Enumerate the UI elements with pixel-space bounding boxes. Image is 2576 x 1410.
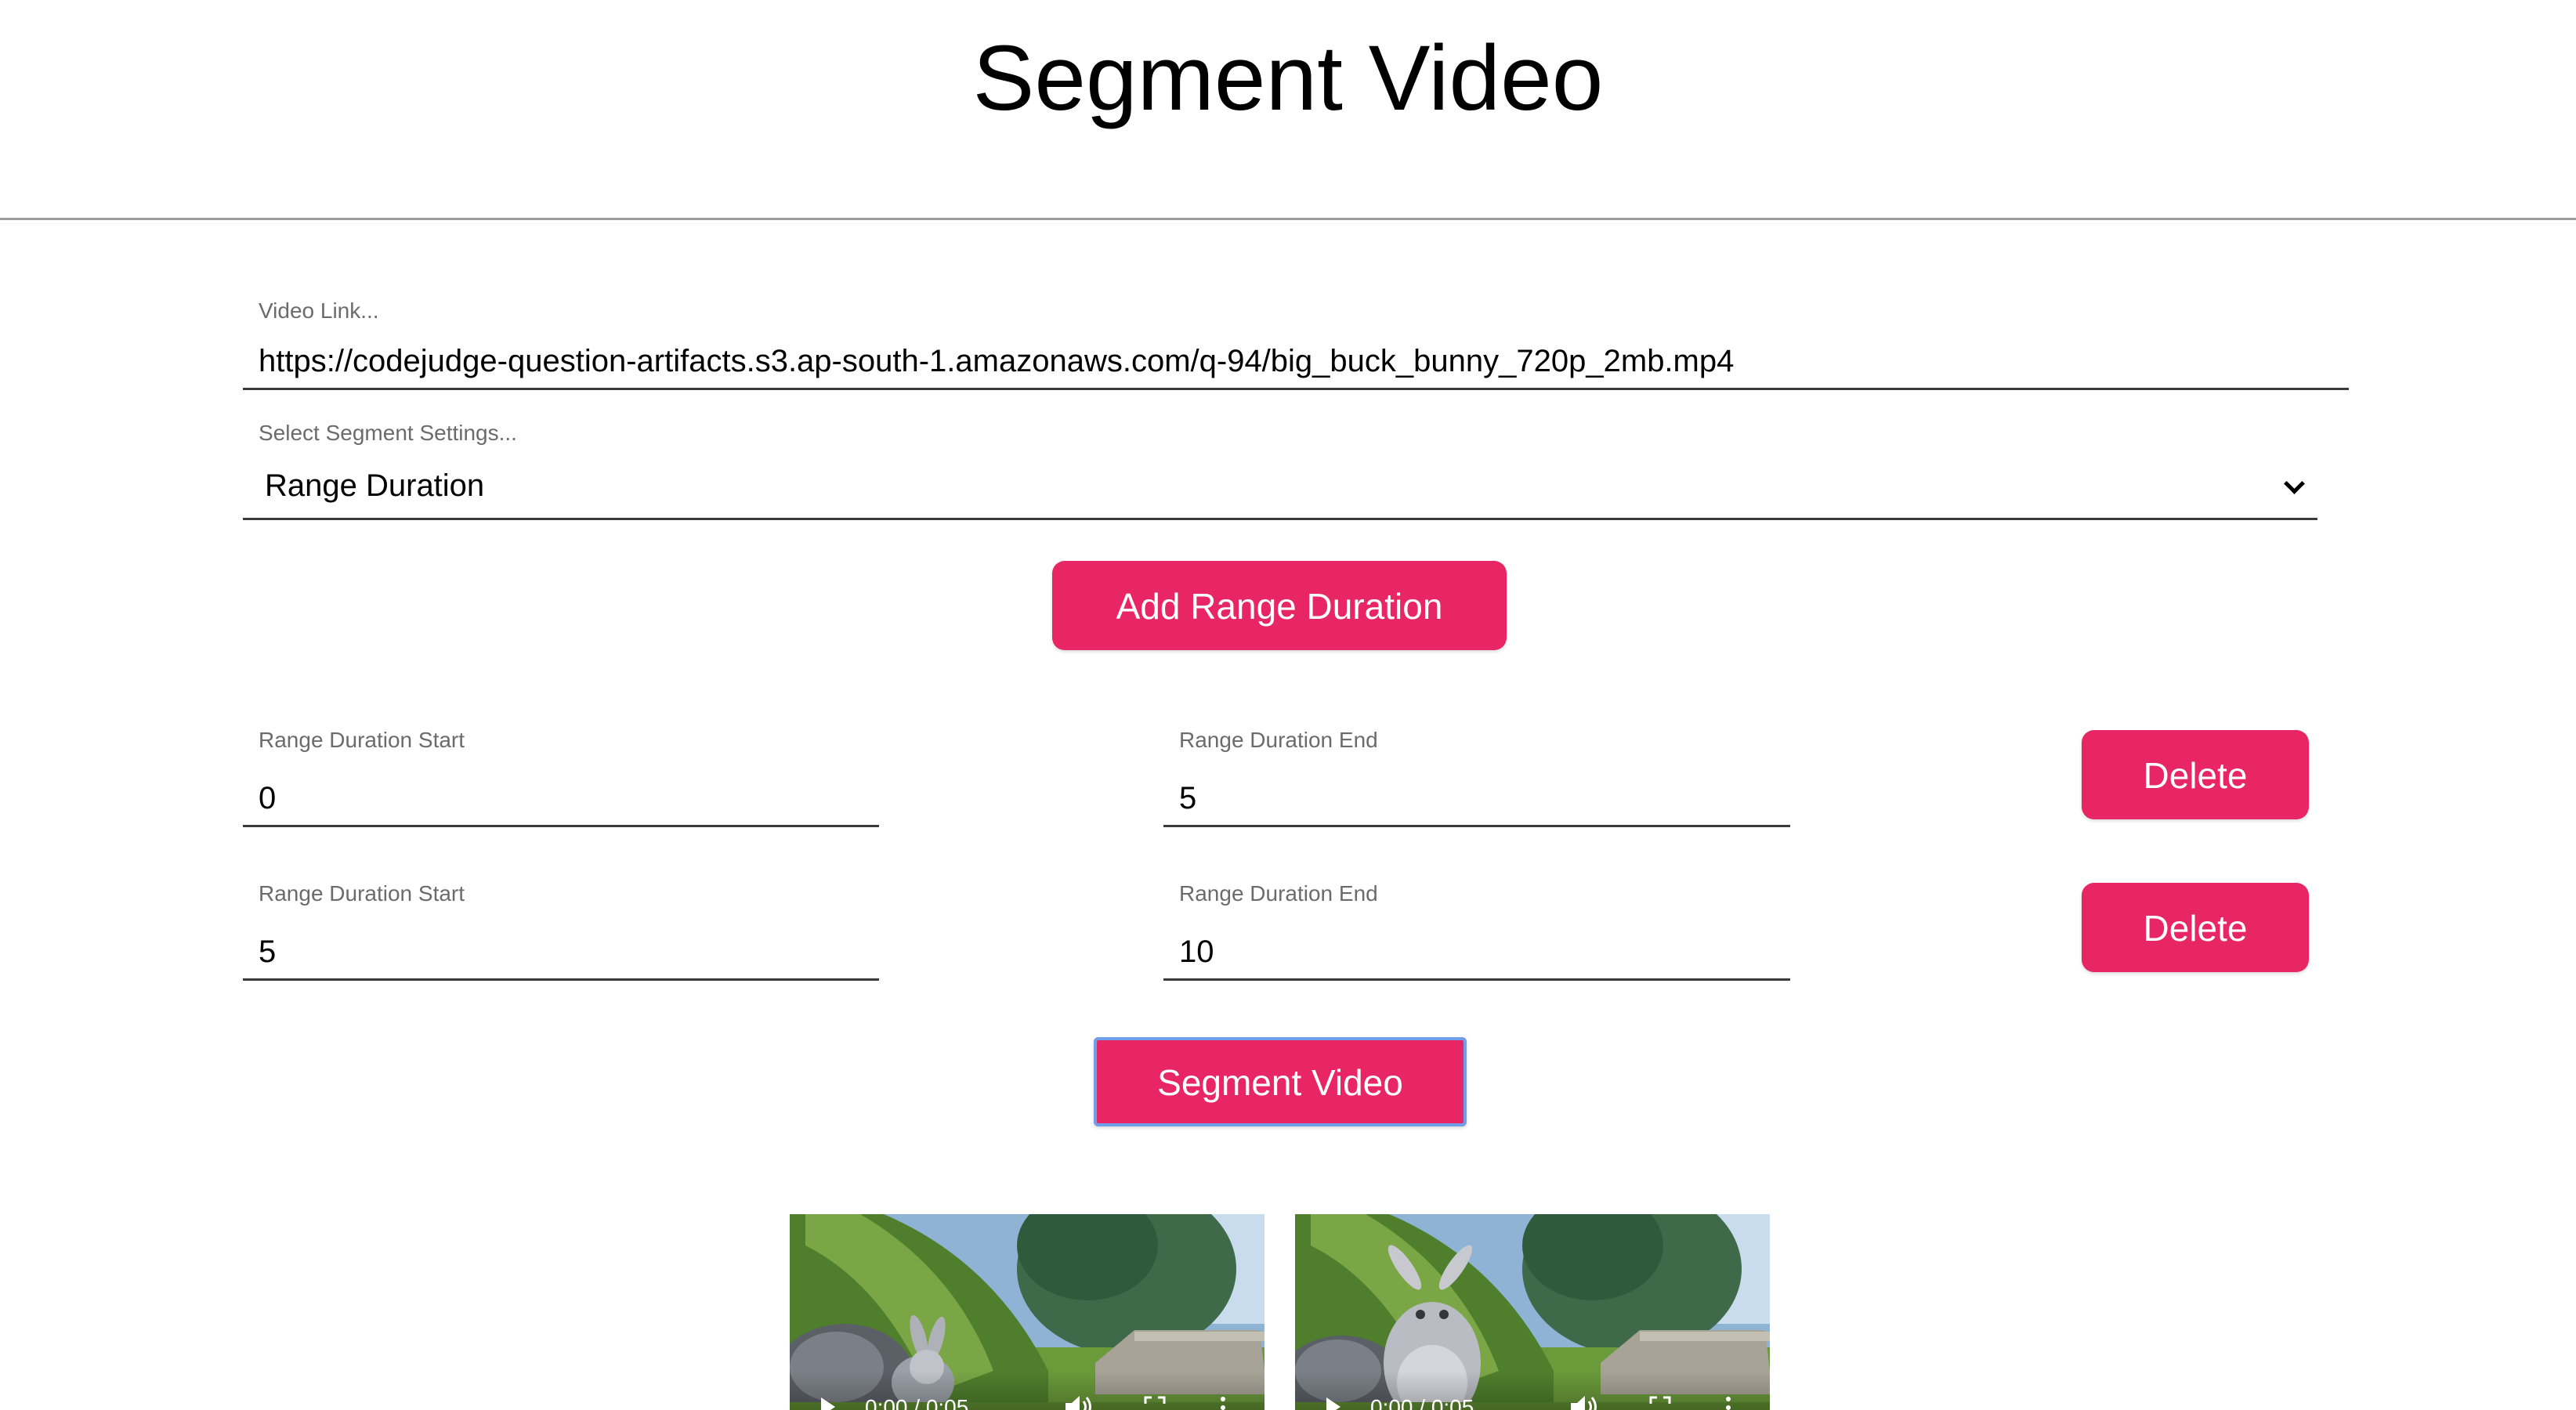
play-icon[interactable]	[1326, 1397, 1340, 1410]
delete-range-button[interactable]: Delete	[2082, 883, 2309, 972]
volume-icon[interactable]	[1569, 1394, 1601, 1410]
video-link-label: Video Link...	[259, 298, 379, 323]
page-title: Segment Video	[972, 27, 1604, 130]
more-options-icon[interactable]	[1724, 1396, 1732, 1410]
fullscreen-icon[interactable]	[1144, 1396, 1166, 1410]
header-divider	[0, 218, 2576, 220]
chevron-down-icon	[2284, 473, 2305, 494]
video-player[interactable]: 0:00 / 0:05	[790, 1214, 1264, 1410]
add-range-duration-button[interactable]: Add Range Duration	[1052, 561, 1507, 650]
segment-settings-label: Select Segment Settings...	[259, 421, 517, 445]
video-player[interactable]: 0:00 / 0:05	[1295, 1214, 1770, 1410]
range-end-input[interactable]	[1163, 772, 1790, 827]
range-end-label: Range Duration End	[1179, 728, 1378, 752]
segment-settings-value: Range Duration	[265, 468, 485, 503]
segment-settings-select[interactable]: Range Duration	[243, 462, 2317, 520]
range-start-label: Range Duration Start	[259, 881, 465, 906]
delete-range-button[interactable]: Delete	[2082, 730, 2309, 819]
more-options-icon[interactable]	[1219, 1396, 1227, 1410]
range-start-input[interactable]	[243, 926, 879, 981]
play-icon[interactable]	[821, 1397, 835, 1410]
video-controls: 0:00 / 0:05	[790, 1371, 1264, 1410]
range-start-input[interactable]	[243, 772, 879, 827]
range-end-input[interactable]	[1163, 926, 1790, 981]
segment-video-button[interactable]: Segment Video	[1094, 1037, 1467, 1126]
range-end-label: Range Duration End	[1179, 881, 1378, 906]
fullscreen-icon[interactable]	[1649, 1396, 1671, 1410]
volume-icon[interactable]	[1064, 1394, 1095, 1410]
video-time: 0:00 / 0:05	[1370, 1395, 1474, 1410]
video-time: 0:00 / 0:05	[865, 1395, 969, 1410]
range-start-label: Range Duration Start	[259, 728, 465, 752]
segment-video-page: Segment Video Video Link... Select Segme…	[0, 0, 2576, 1410]
video-controls: 0:00 / 0:05	[1295, 1371, 1770, 1410]
video-link-input[interactable]	[243, 335, 2349, 390]
